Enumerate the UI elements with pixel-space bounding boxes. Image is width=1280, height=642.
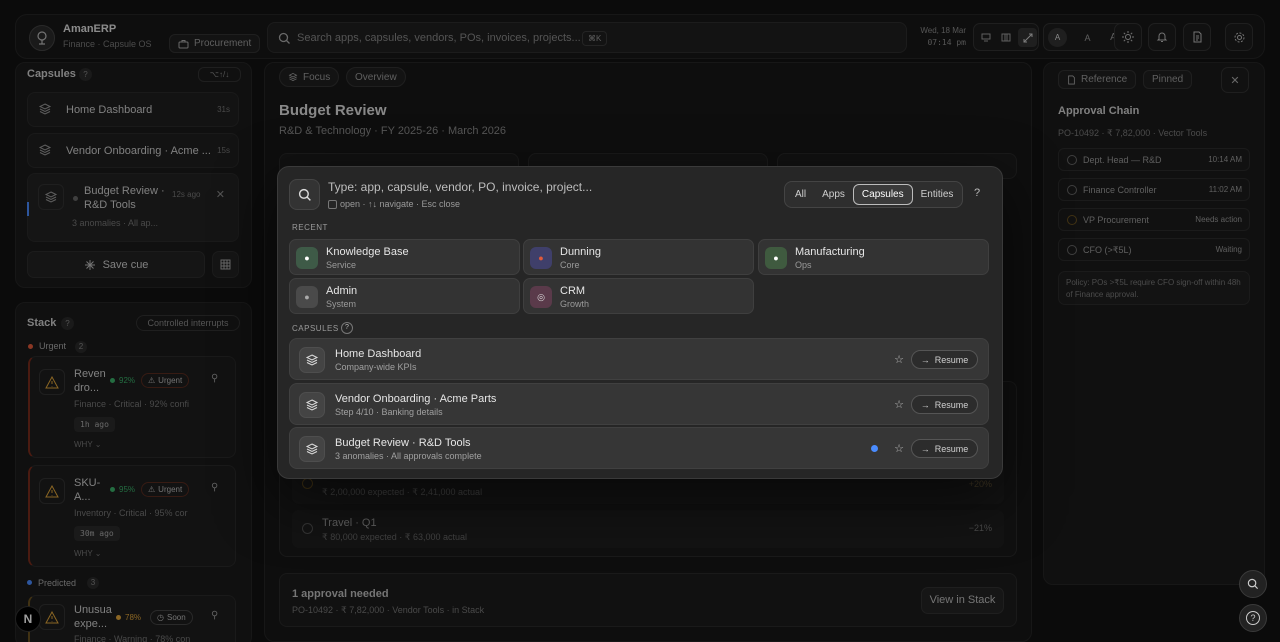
book-icon: ● (296, 247, 318, 269)
recent-admin[interactable]: ● Admin System (289, 278, 520, 314)
capsule-title: Vendor Onboarding · Acme Parts (335, 393, 497, 405)
resume-button[interactable]: → Resume (911, 439, 978, 458)
resume-button[interactable]: → Resume (911, 395, 978, 414)
resume-button[interactable]: → Resume (911, 350, 978, 369)
tile-title: CRM (560, 285, 586, 297)
floating-help-button[interactable]: ? (1239, 604, 1267, 632)
filter-capsules[interactable]: Capsules (852, 184, 913, 205)
capsule-sub: 3 anomalies · All approvals complete (335, 451, 482, 461)
filter-entities[interactable]: Entities (913, 184, 962, 205)
recent-knowledge-base[interactable]: ● Knowledge Base Service (289, 239, 520, 275)
command-palette: Type: app, capsule, vendor, PO, invoice,… (277, 166, 1003, 479)
capsule-sub: Company-wide KPIs (335, 362, 417, 372)
recent-crm[interactable]: ◎ CRM Growth (523, 278, 754, 314)
capsule-result-budget[interactable]: Budget Review · R&D Tools 3 anomalies · … (289, 427, 989, 469)
layers-icon (299, 347, 325, 373)
tile-sub: System (326, 299, 357, 309)
resume-label: Resume (934, 354, 969, 365)
capsule-title: Home Dashboard (335, 348, 422, 360)
tile-sub: Core (560, 260, 580, 270)
palette-search-button[interactable] (289, 179, 320, 210)
recent-section-label: RECENT (292, 223, 328, 232)
capsule-result-home[interactable]: Home Dashboard Company-wide KPIs ☆ → Resu… (289, 338, 989, 380)
crm-icon: ◎ (530, 286, 552, 308)
star-icon[interactable]: ☆ (894, 353, 904, 366)
capsules-section-label: CAPSULES (292, 324, 339, 333)
admin-icon: ● (296, 286, 318, 308)
recent-dunning[interactable]: ● Dunning Core (523, 239, 754, 275)
palette-help-button[interactable]: ? (974, 187, 980, 199)
resume-label: Resume (934, 399, 969, 410)
tile-title: Admin (326, 285, 358, 297)
star-icon[interactable]: ☆ (894, 398, 904, 411)
dunning-icon: ● (530, 247, 552, 269)
factory-icon: ● (765, 247, 787, 269)
hint-text: open · ↑↓ navigate · Esc close (340, 199, 461, 209)
tile-title: Manufacturing (795, 246, 865, 258)
capsule-result-vendor[interactable]: Vendor Onboarding · Acme Parts Step 4/10… (289, 383, 989, 425)
star-icon[interactable]: ☆ (894, 442, 904, 455)
palette-input[interactable]: Type: app, capsule, vendor, PO, invoice,… (328, 180, 592, 194)
capsules-section-help[interactable]: ? (341, 322, 353, 334)
capsule-title: Budget Review · R&D Tools (335, 437, 471, 449)
tile-sub: Service (326, 260, 357, 270)
floating-search-button[interactable] (1239, 570, 1267, 598)
help-icon: ? (1246, 611, 1260, 625)
resume-label: Resume (934, 443, 969, 454)
search-icon (1247, 578, 1259, 590)
filter-group: All Apps Capsules Entities (784, 181, 963, 208)
recent-manufacturing[interactable]: ● Manufacturing Ops (758, 239, 989, 275)
layers-icon (299, 436, 325, 462)
tile-title: Knowledge Base (326, 246, 409, 258)
arrow-right-icon: → (920, 399, 930, 410)
tile-title: Dunning (560, 246, 601, 258)
tile-sub: Ops (795, 260, 812, 270)
enter-key-icon (328, 199, 337, 209)
palette-hint: open · ↑↓ navigate · Esc close (328, 199, 460, 209)
arrow-right-icon: → (920, 354, 930, 365)
search-icon (298, 188, 311, 201)
layers-icon (299, 392, 325, 418)
capsule-sub: Step 4/10 · Banking details (335, 407, 443, 417)
filter-apps[interactable]: Apps (814, 184, 853, 205)
arrow-right-icon: → (920, 443, 930, 454)
current-dot (871, 445, 878, 452)
tile-sub: Growth (560, 299, 590, 309)
filter-all[interactable]: All (787, 184, 814, 205)
